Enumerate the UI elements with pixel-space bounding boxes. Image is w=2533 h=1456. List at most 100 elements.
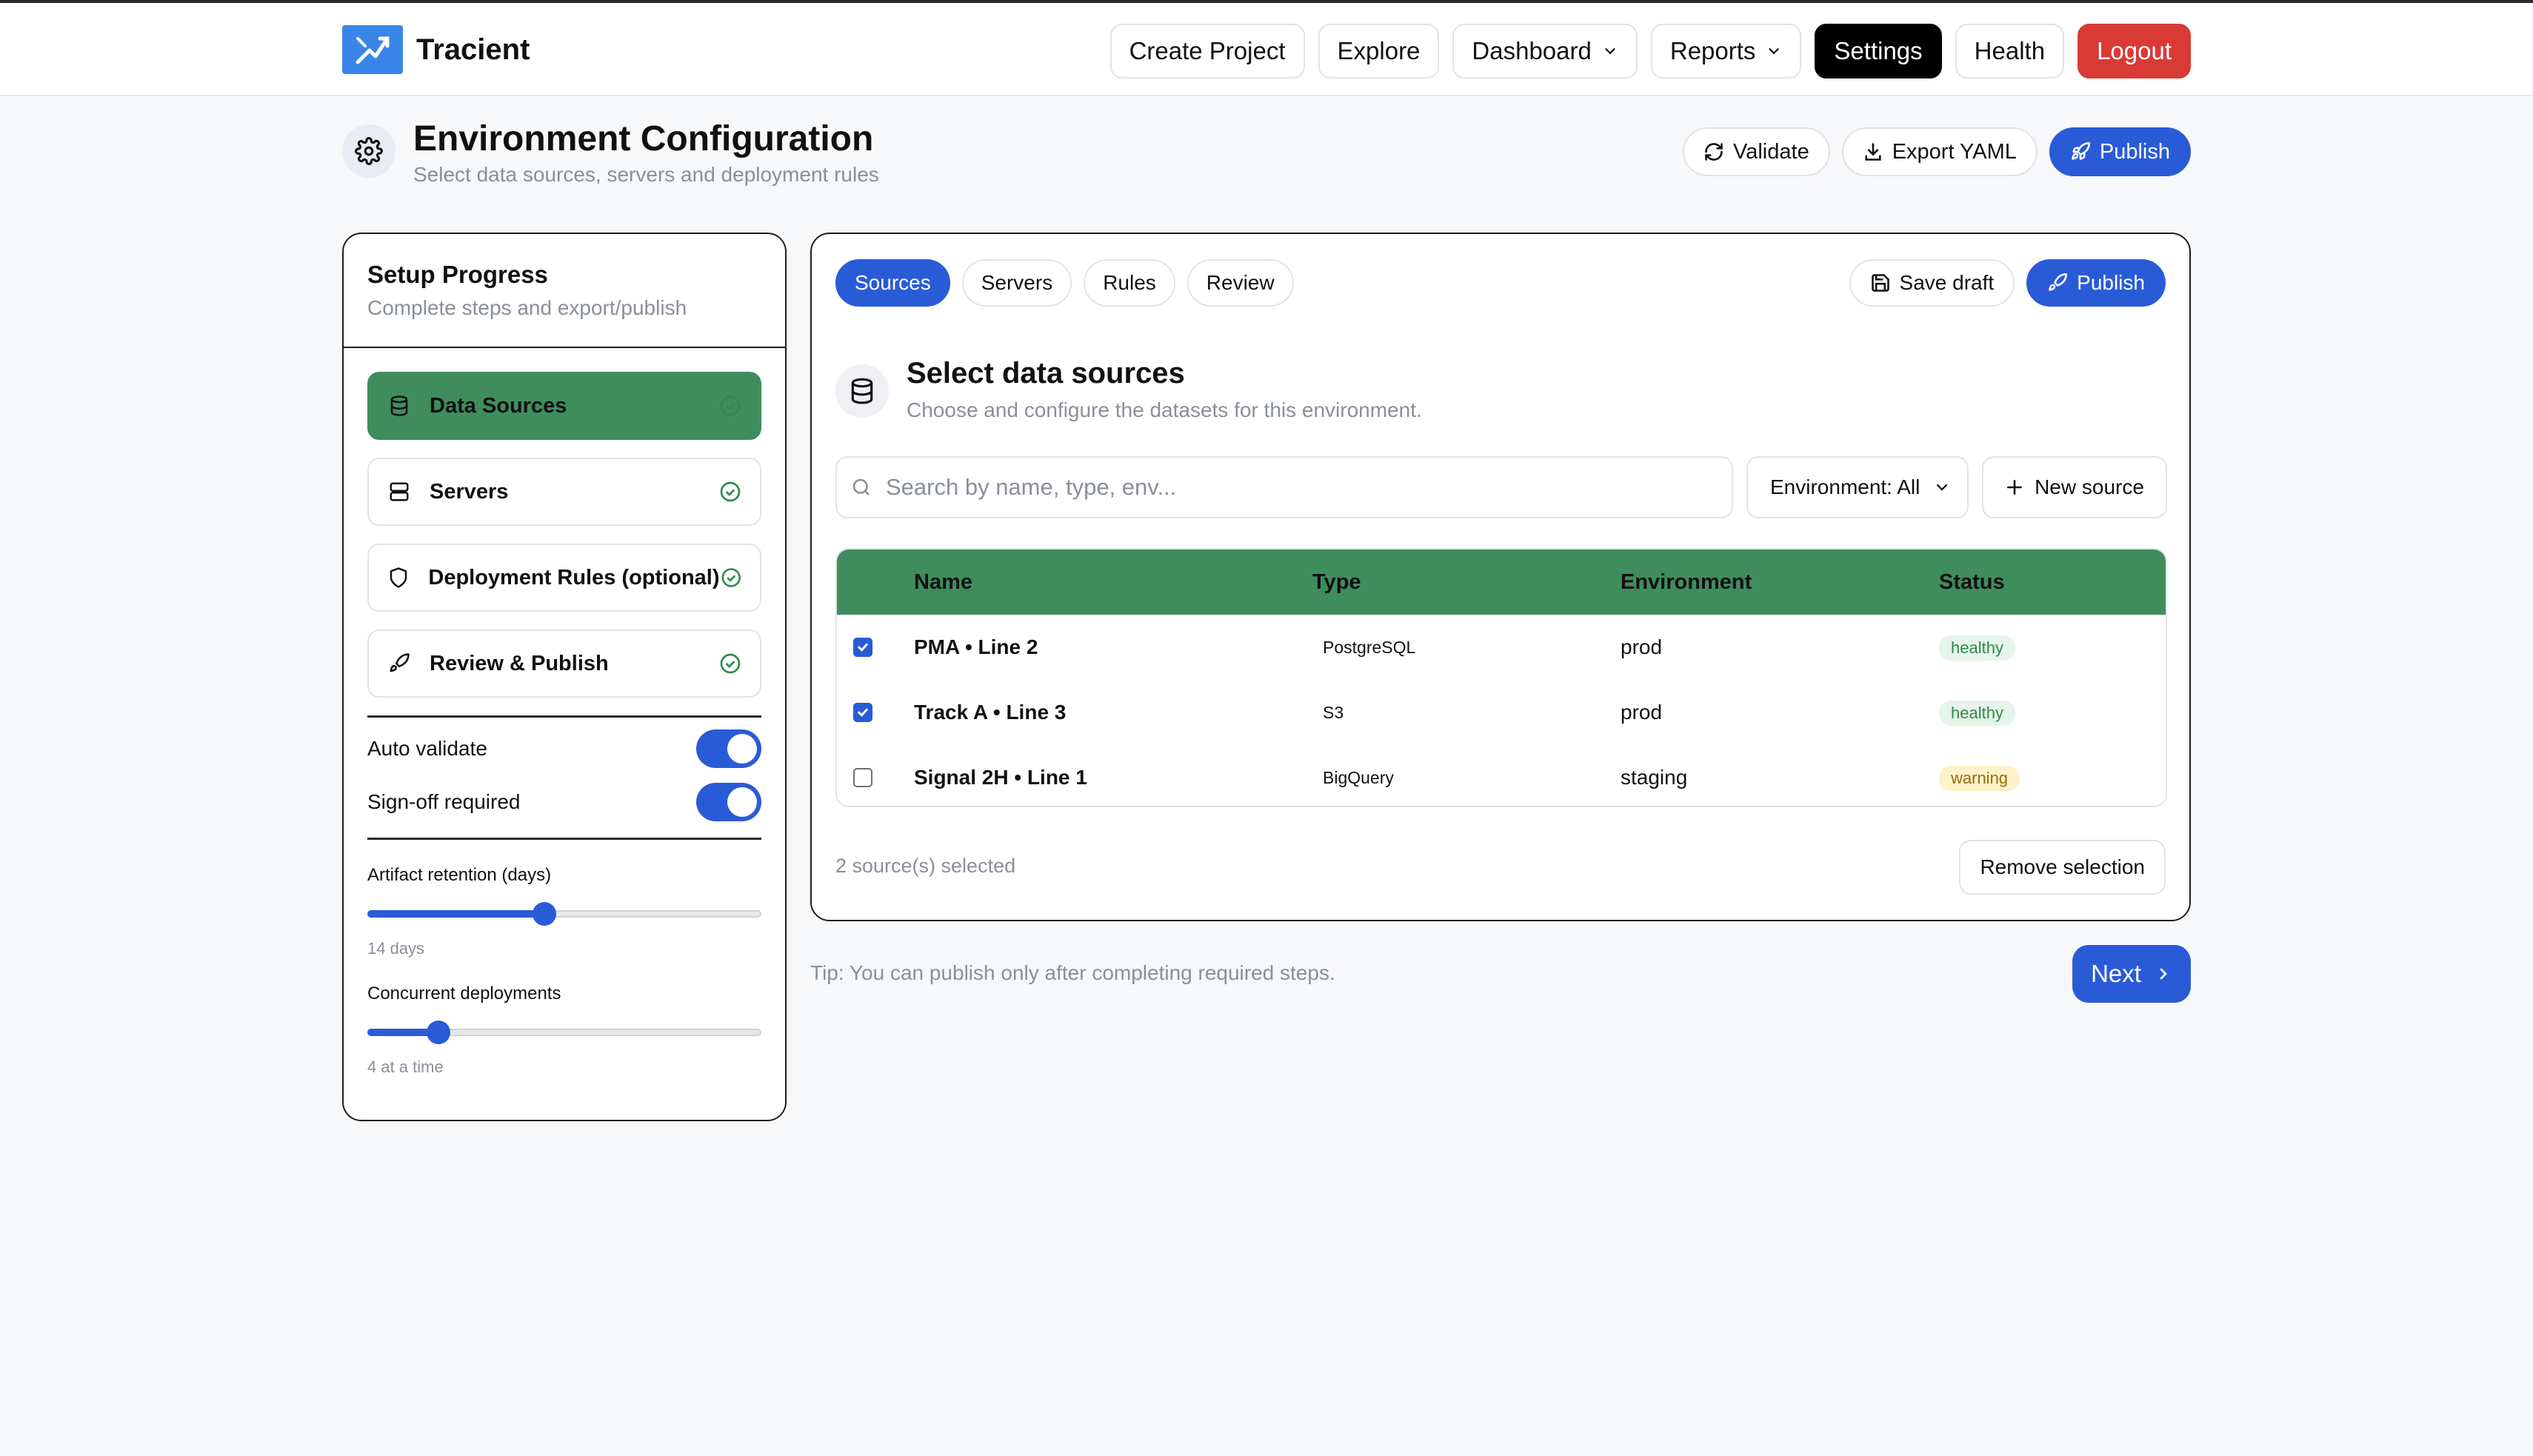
header-publish-button[interactable]: Publish — [2049, 127, 2191, 176]
panel-actions: Save draft Publish — [1849, 259, 2166, 307]
nav-create-project[interactable]: Create Project — [1109, 24, 1305, 79]
slider-fill — [367, 910, 545, 918]
page-actions: Validate Export YAML Publish — [1683, 127, 2191, 176]
col-type-header[interactable]: Type — [1312, 570, 1621, 595]
cell-status: healthy — [1939, 700, 2166, 726]
cell-environment: prod — [1621, 701, 1663, 724]
top-navbar: Tracient Create Project Explore Dashboar… — [0, 3, 2533, 96]
remove-selection-button[interactable]: Remove selection — [1959, 840, 2166, 895]
tab-sources[interactable]: Sources — [835, 259, 950, 307]
toggle-knob — [727, 787, 757, 817]
environment-filter-select[interactable]: Environment: All — [1746, 456, 1969, 518]
section-header: Select data sources Choose and configure… — [835, 353, 2139, 427]
setup-progress-title: Setup Progress — [367, 261, 548, 288]
search-box — [835, 456, 1733, 518]
chevron-down-icon — [1769, 48, 1780, 55]
row-checkbox[interactable] — [853, 703, 872, 722]
cell-environment: prod — [1621, 635, 1663, 658]
retention-slider[interactable] — [367, 902, 761, 926]
checkmark-icon — [858, 643, 868, 652]
tab-rules[interactable]: Rules — [1084, 259, 1175, 307]
step-servers[interactable]: Servers — [367, 458, 761, 526]
export-yaml-button[interactable]: Export YAML — [1841, 127, 2038, 176]
status-badge: healthy — [1939, 635, 2015, 661]
concurrent-slider[interactable] — [367, 1021, 761, 1044]
header-publish-label: Publish — [2099, 139, 2170, 164]
step-tabs: Sources Servers Rules Review — [835, 259, 1294, 307]
concurrent-label: Concurrent deployments — [367, 984, 561, 1003]
checkmark-icon — [858, 708, 868, 717]
signoff-label: Sign-off required — [367, 790, 521, 813]
brand[interactable]: Tracient — [342, 25, 530, 74]
cell-name: Signal 2H • Line 1 — [914, 766, 1087, 789]
page-subtitle: Select data sources, servers and deploym… — [413, 163, 879, 186]
nav-reports-dropdown[interactable]: Reports — [1650, 24, 1802, 79]
nav-settings[interactable]: Settings — [1815, 24, 1942, 79]
tab-review[interactable]: Review — [1187, 259, 1294, 307]
row-checkbox[interactable] — [853, 638, 872, 657]
toggle-knob — [727, 734, 757, 764]
auto-validate-toggle[interactable] — [696, 729, 761, 768]
divider — [367, 838, 761, 840]
next-button[interactable]: Next — [2072, 945, 2191, 1003]
slider-thumb[interactable] — [533, 902, 557, 926]
auto-validate-label: Auto validate — [367, 737, 487, 760]
rocket-icon — [2049, 273, 2068, 291]
row-checkbox[interactable] — [853, 768, 872, 787]
nav-explore[interactable]: Explore — [1318, 24, 1440, 79]
app-name: Tracient — [416, 33, 530, 66]
save-icon — [1871, 274, 1889, 292]
slider-thumb[interactable] — [426, 1021, 450, 1044]
export-yaml-label: Export YAML — [1892, 139, 2017, 164]
check-circle-icon — [721, 568, 741, 587]
row-check-cell — [837, 768, 914, 787]
cell-type: BigQuery — [1323, 767, 1394, 787]
new-source-button[interactable]: New source — [1982, 456, 2167, 518]
save-draft-button[interactable]: Save draft — [1849, 259, 2015, 307]
table-row[interactable]: Track A • Line 3 S3 prod healthy — [837, 680, 2166, 745]
main-nav: Create Project Explore Dashboard Reports… — [1109, 24, 2191, 79]
data-sources-table: Name Type Environment Status PMA • Line … — [835, 548, 2167, 807]
tab-servers[interactable]: Servers — [961, 259, 1072, 307]
row-check-cell — [837, 638, 914, 657]
chevron-right-icon — [2160, 968, 2167, 980]
logout-button[interactable]: Logout — [2078, 24, 2191, 79]
cell-name: PMA • Line 2 — [914, 635, 1038, 658]
database-icon — [387, 393, 412, 418]
table-row[interactable]: PMA • Line 2 PostgreSQL prod healthy — [837, 615, 2166, 680]
step-deployment-rules[interactable]: Deployment Rules (optional) — [367, 544, 761, 612]
chevron-down-icon — [1605, 48, 1615, 55]
step-data-sources[interactable]: Data Sources — [367, 372, 761, 440]
refresh-icon — [1705, 143, 1723, 161]
nav-health[interactable]: Health — [1955, 24, 2065, 79]
panel-publish-button[interactable]: Publish — [2026, 259, 2166, 307]
cell-environment: staging — [1621, 766, 1688, 789]
signoff-toggle[interactable] — [696, 783, 761, 821]
col-name-header[interactable]: Name — [914, 570, 1312, 595]
setup-progress-subtitle: Complete steps and export/publish — [367, 296, 687, 319]
check-circle-icon — [720, 653, 741, 674]
concurrent-setting: Concurrent deployments 4 at a time — [344, 984, 785, 1077]
col-status-header[interactable]: Status — [1939, 570, 2166, 595]
validate-button[interactable]: Validate — [1683, 127, 1830, 176]
col-environment-header[interactable]: Environment — [1621, 570, 1939, 595]
cell-status: healthy — [1939, 635, 2166, 661]
retention-setting: Artifact retention (days) 14 days — [344, 865, 785, 958]
table-row[interactable]: Signal 2H • Line 1 BigQuery staging warn… — [837, 745, 2166, 806]
tracient-logo-icon — [342, 25, 403, 74]
check-circle-icon — [720, 395, 741, 416]
shield-icon — [387, 565, 410, 590]
section-subtitle: Choose and configure the datasets for th… — [907, 398, 1422, 421]
data-sources-panel: Sources Servers Rules Review Save draft … — [810, 233, 2191, 921]
setup-progress-panel: Setup Progress Complete steps and export… — [342, 233, 787, 1121]
search-icon — [852, 478, 870, 495]
table-header: Name Type Environment Status — [837, 550, 2166, 615]
retention-label: Artifact retention (days) — [367, 865, 552, 885]
nav-dashboard-dropdown[interactable]: Dashboard — [1452, 24, 1638, 79]
check-circle-icon — [720, 481, 741, 502]
gear-icon — [342, 124, 396, 178]
step-review-publish[interactable]: Review & Publish — [367, 630, 761, 698]
cell-type: PostgreSQL — [1323, 637, 1416, 657]
environment-filter-value: Environment: All — [1770, 475, 1920, 498]
search-input[interactable] — [886, 474, 1701, 501]
